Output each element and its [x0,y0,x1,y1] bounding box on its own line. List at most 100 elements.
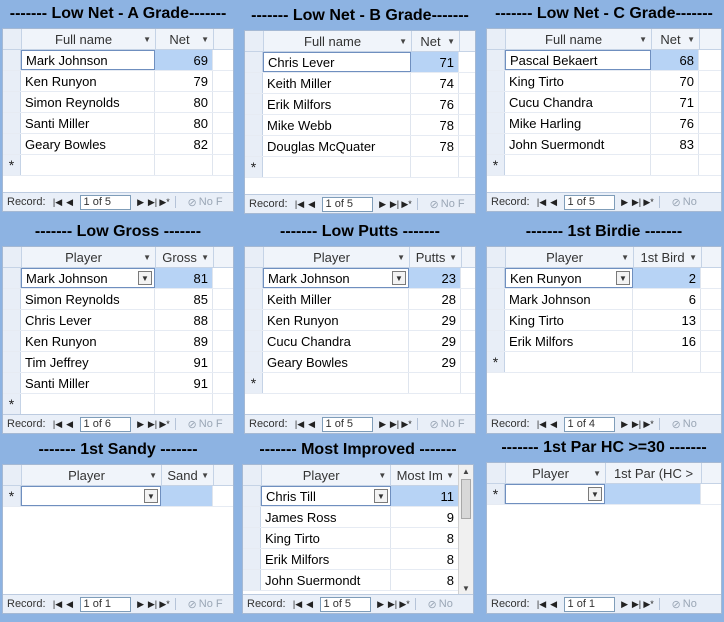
record-selector[interactable] [245,94,263,114]
next-record-icon[interactable]: ▶ [375,599,387,610]
sort-arrow-icon[interactable]: ▼ [687,35,695,44]
new-record-row[interactable]: * [245,157,475,178]
new-name-cell[interactable] [505,352,633,372]
filter-icon[interactable]: ⊘ [188,598,197,611]
new-record-icon[interactable]: ▶* [401,419,413,430]
no-filter-label[interactable]: No [683,196,697,208]
record-selector[interactable] [245,310,263,330]
record-selector[interactable] [243,507,261,527]
select-all-corner[interactable] [245,247,264,267]
select-all-corner[interactable] [487,247,506,267]
previous-record-icon[interactable]: ◀ [548,419,560,430]
name-cell[interactable]: Erik Milfors [505,331,633,351]
record-position-input[interactable]: 1 of 5 [563,194,615,210]
last-record-icon[interactable]: ▶| [631,197,643,208]
name-cell[interactable]: Ken Runyon ▼ [505,268,633,288]
next-record-icon[interactable]: ▶ [135,599,147,610]
new-value-cell[interactable] [409,373,461,393]
dropdown-arrow-icon[interactable]: ▼ [138,271,152,285]
new-record-icon[interactable]: ▶* [159,197,171,208]
name-cell[interactable]: Erik Milfors [263,94,411,114]
record-selector[interactable] [3,310,21,330]
name-cell[interactable]: King Tirto [505,71,651,91]
value-cell[interactable]: 2 [633,268,701,288]
filter-icon[interactable]: ⊘ [430,418,439,431]
table-row[interactable]: Douglas McQuater 78 [245,136,475,157]
value-cell[interactable]: 70 [651,71,699,91]
record-position-input[interactable]: 1 of 4 [563,416,615,432]
name-cell[interactable]: John Suermondt [505,134,651,154]
table-row[interactable]: Geary Bowles 82 [3,134,233,155]
next-record-icon[interactable]: ▶ [135,419,147,430]
record-selector[interactable] [243,486,261,506]
record-selector[interactable] [245,136,263,156]
name-cell[interactable]: Cucu Chandra [263,331,409,351]
previous-record-icon[interactable]: ◀ [306,199,318,210]
no-filter-label[interactable]: No F [199,598,223,610]
record-selector[interactable] [3,92,21,112]
new-record-row[interactable]: * ▼ [487,484,721,505]
name-cell[interactable]: Santi Miller [21,373,155,393]
value-cell[interactable]: 78 [411,115,459,135]
name-cell[interactable]: Simon Reynolds [21,92,155,112]
record-selector[interactable] [245,115,263,135]
record-selector[interactable] [3,268,21,288]
new-record-icon[interactable]: ▶* [159,419,171,430]
select-all-corner[interactable] [3,247,22,267]
name-cell[interactable]: Mark Johnson [21,50,155,70]
value-cell[interactable]: 71 [411,52,459,72]
record-selector[interactable] [487,50,505,70]
name-cell[interactable]: James Ross [261,507,391,527]
previous-record-icon[interactable]: ◀ [64,197,76,208]
value-cell[interactable]: 76 [651,113,699,133]
record-selector[interactable] [3,113,21,133]
name-cell[interactable]: Mark Johnson ▼ [21,268,155,288]
column-header-player[interactable]: Player ▼ [264,247,410,267]
value-cell[interactable]: 29 [409,331,461,351]
column-header-gross[interactable]: Gross ▼ [156,247,214,267]
new-record-row[interactable]: * [487,155,721,176]
value-cell[interactable]: 13 [633,310,701,330]
previous-record-icon[interactable]: ◀ [548,599,560,610]
name-cell[interactable]: Cucu Chandra [505,92,651,112]
sort-arrow-icon[interactable]: ▼ [446,471,454,480]
value-cell[interactable]: 82 [155,134,213,154]
record-selector[interactable] [3,352,21,372]
table-row[interactable]: Ken Runyon ▼ 2 [487,268,721,289]
table-row[interactable]: John Suermondt 8 [243,570,459,591]
name-cell[interactable]: Mike Webb [263,115,411,135]
column-header-full-name[interactable]: Full name ▼ [22,29,156,49]
column-header-1st-par[interactable]: 1st Par (HC > [606,463,702,483]
record-selector[interactable] [245,352,263,372]
filter-icon[interactable]: ⊘ [672,196,681,209]
new-record-row[interactable]: * [3,394,233,415]
first-record-icon[interactable]: |◀ [52,419,64,430]
previous-record-icon[interactable]: ◀ [64,599,76,610]
new-record-row[interactable]: * ▼ [3,486,233,507]
value-cell[interactable]: 8 [391,528,459,548]
record-selector[interactable] [3,331,21,351]
table-row[interactable]: Cucu Chandra 29 [245,331,475,352]
new-record-row[interactable]: * [487,352,721,373]
name-cell[interactable]: Chris Till ▼ [261,486,391,506]
value-cell[interactable]: 8 [391,570,459,590]
record-position-input[interactable]: 1 of 5 [321,196,373,212]
table-row[interactable]: Pascal Bekaert 68 [487,50,721,71]
column-header-sandy[interactable]: Sand ▼ [162,465,214,485]
previous-record-icon[interactable]: ◀ [306,419,318,430]
column-header-full-name[interactable]: Full name ▼ [264,31,412,51]
dropdown-arrow-icon[interactable]: ▼ [616,271,630,285]
name-cell[interactable]: Keith Miller [263,289,409,309]
new-name-cell[interactable] [263,157,411,177]
last-record-icon[interactable]: ▶| [147,419,159,430]
value-cell[interactable]: 28 [409,289,461,309]
value-cell[interactable]: 9 [391,507,459,527]
select-all-corner[interactable] [245,31,264,51]
previous-record-icon[interactable]: ◀ [64,419,76,430]
table-row[interactable]: Mark Johnson ▼ 81 [3,268,233,289]
new-value-cell[interactable] [155,155,213,175]
value-cell[interactable]: 11 [391,486,459,506]
name-cell[interactable]: Ken Runyon [21,331,155,351]
column-header-player[interactable]: Player ▼ [22,465,162,485]
record-position-input[interactable]: 1 of 6 [79,416,131,432]
